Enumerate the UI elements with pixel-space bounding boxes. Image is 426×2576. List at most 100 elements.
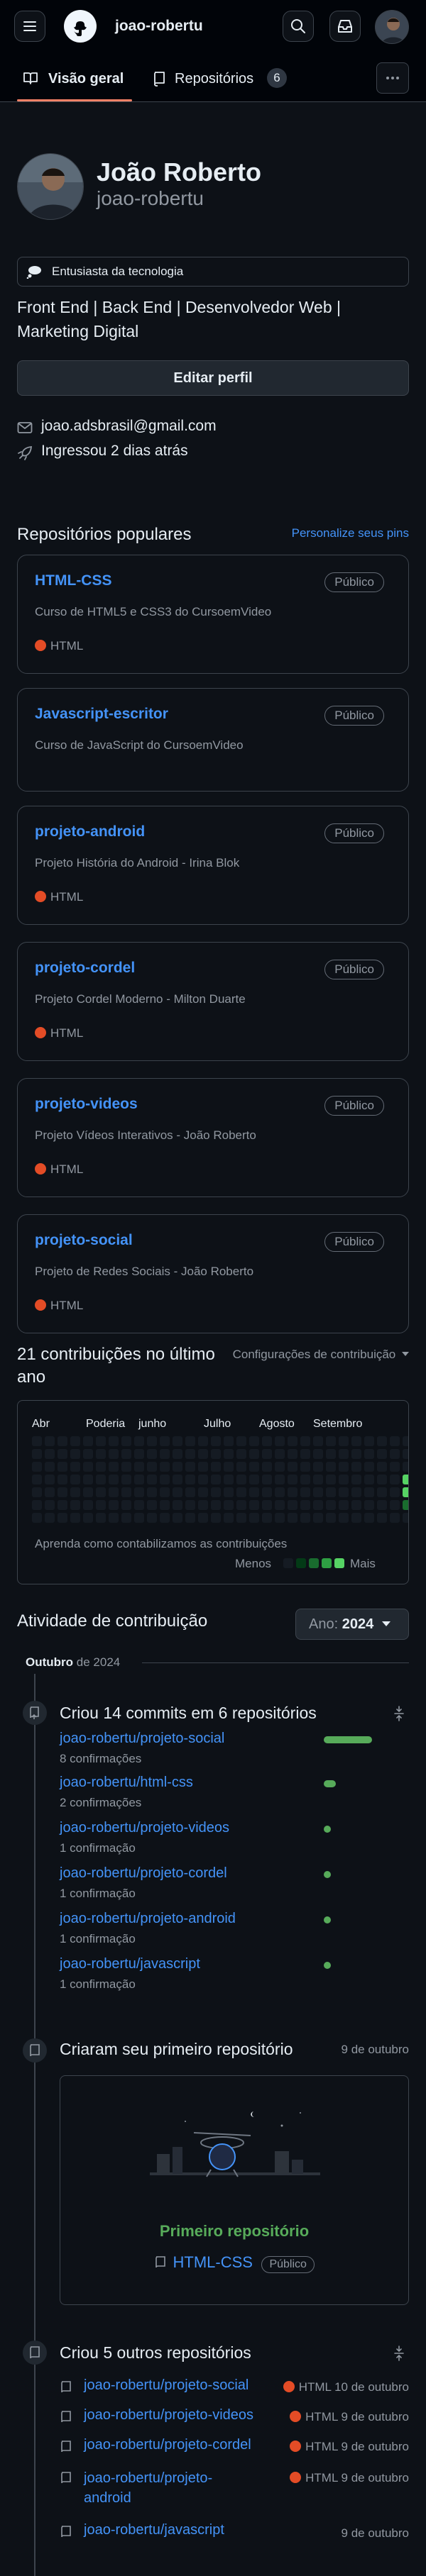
contribution-day[interactable] [249, 1513, 259, 1523]
contribution-day[interactable] [377, 1475, 387, 1484]
tab-overview[interactable]: Visão geral [14, 54, 135, 102]
contribution-day[interactable] [390, 1487, 400, 1497]
contribution-day[interactable] [32, 1500, 42, 1510]
contribution-day[interactable] [364, 1500, 374, 1510]
contribution-day[interactable] [351, 1462, 361, 1472]
contribution-day[interactable] [351, 1449, 361, 1459]
fold-icon[interactable] [392, 2345, 406, 2362]
contribution-day[interactable] [326, 1500, 336, 1510]
contribution-day[interactable] [326, 1436, 336, 1446]
contribution-day[interactable] [326, 1487, 336, 1497]
contribution-day[interactable] [300, 1487, 310, 1497]
contribution-day[interactable] [109, 1487, 119, 1497]
contribution-day[interactable] [275, 1462, 285, 1472]
contribution-day[interactable] [109, 1500, 119, 1510]
contribution-day[interactable] [185, 1436, 195, 1446]
contribution-day[interactable] [262, 1449, 272, 1459]
edit-profile-button[interactable]: Editar perfil [17, 360, 409, 396]
year-selector[interactable]: Ano: 2024 [295, 1609, 409, 1640]
contribution-day[interactable] [96, 1475, 106, 1484]
commit-repo-link[interactable]: joao-robertu/projeto-social [60, 1731, 224, 1747]
contribution-day[interactable] [96, 1487, 106, 1497]
contribution-day[interactable] [377, 1500, 387, 1510]
contribution-day[interactable] [83, 1436, 93, 1446]
commit-repo-link[interactable]: joao-robertu/projeto-videos [60, 1820, 229, 1836]
contribution-day[interactable] [134, 1436, 144, 1446]
contribution-day[interactable] [121, 1436, 131, 1446]
contribution-day[interactable] [70, 1436, 80, 1446]
contribution-day[interactable] [300, 1513, 310, 1523]
contribution-day[interactable] [262, 1513, 272, 1523]
contribution-day[interactable] [262, 1500, 272, 1510]
contribution-day[interactable] [275, 1500, 285, 1510]
contribution-day[interactable] [185, 1513, 195, 1523]
contribution-day[interactable] [288, 1436, 297, 1446]
contribution-day[interactable] [83, 1513, 93, 1523]
pinned-repo-name[interactable]: projeto-videos [35, 1096, 138, 1113]
contribution-day[interactable] [313, 1487, 323, 1497]
contribution-day[interactable] [377, 1449, 387, 1459]
contribution-day[interactable] [339, 1513, 349, 1523]
header-username[interactable]: joao-robertu [115, 18, 203, 35]
contribution-day[interactable] [390, 1513, 400, 1523]
contribution-day[interactable] [351, 1487, 361, 1497]
contribution-day[interactable] [364, 1436, 374, 1446]
contribution-day[interactable] [134, 1449, 144, 1459]
contribution-day[interactable] [403, 1487, 408, 1497]
contribution-day[interactable] [390, 1475, 400, 1484]
contribution-day[interactable] [121, 1513, 131, 1523]
contribution-day[interactable] [134, 1487, 144, 1497]
contribution-day[interactable] [403, 1500, 408, 1510]
contribution-day[interactable] [288, 1487, 297, 1497]
contribution-day[interactable] [58, 1462, 67, 1472]
contribution-day[interactable] [339, 1462, 349, 1472]
contribution-day[interactable] [32, 1513, 42, 1523]
contribution-day[interactable] [160, 1500, 170, 1510]
contribution-day[interactable] [134, 1513, 144, 1523]
contribution-day[interactable] [364, 1449, 374, 1459]
pinned-repo-name[interactable]: projeto-android [35, 823, 145, 840]
contribution-day[interactable] [83, 1487, 93, 1497]
contribution-day[interactable] [58, 1449, 67, 1459]
contribution-day[interactable] [147, 1487, 157, 1497]
contribution-day[interactable] [288, 1462, 297, 1472]
contribution-day[interactable] [249, 1487, 259, 1497]
contribution-day[interactable] [288, 1513, 297, 1523]
contribution-day[interactable] [147, 1513, 157, 1523]
contribution-day[interactable] [147, 1436, 157, 1446]
contribution-day[interactable] [134, 1500, 144, 1510]
profile-email[interactable]: joao.adsbrasil@gmail.com [41, 418, 217, 435]
contribution-day[interactable] [185, 1500, 195, 1510]
contribution-day[interactable] [275, 1436, 285, 1446]
contribution-day[interactable] [147, 1449, 157, 1459]
contribution-day[interactable] [262, 1475, 272, 1484]
contribution-day[interactable] [185, 1487, 195, 1497]
contribution-day[interactable] [262, 1462, 272, 1472]
contribution-day[interactable] [83, 1462, 93, 1472]
contribution-day[interactable] [45, 1462, 55, 1472]
contribution-day[interactable] [236, 1462, 246, 1472]
contribution-day[interactable] [83, 1449, 93, 1459]
contribution-day[interactable] [364, 1487, 374, 1497]
contribution-day[interactable] [390, 1436, 400, 1446]
contribution-day[interactable] [211, 1500, 221, 1510]
contribution-day[interactable] [121, 1487, 131, 1497]
contribution-day[interactable] [275, 1487, 285, 1497]
contribution-day[interactable] [70, 1513, 80, 1523]
new-repo-link[interactable]: joao-robertu/projeto-social [84, 2377, 248, 2394]
new-repo-link[interactable]: joao-robertu/projeto-android [84, 2468, 226, 2508]
contribution-day[interactable] [173, 1513, 182, 1523]
contribution-day[interactable] [147, 1462, 157, 1472]
contribution-day[interactable] [58, 1475, 67, 1484]
contribution-day[interactable] [339, 1487, 349, 1497]
contribution-day[interactable] [275, 1449, 285, 1459]
contribution-day[interactable] [58, 1487, 67, 1497]
contribution-day[interactable] [275, 1513, 285, 1523]
contribution-day[interactable] [121, 1462, 131, 1472]
search-button[interactable] [283, 11, 314, 42]
more-tabs-button[interactable] [376, 62, 409, 94]
contribution-day[interactable] [121, 1500, 131, 1510]
contribution-day[interactable] [288, 1500, 297, 1510]
contribution-day[interactable] [185, 1475, 195, 1484]
menu-button[interactable] [14, 11, 45, 42]
